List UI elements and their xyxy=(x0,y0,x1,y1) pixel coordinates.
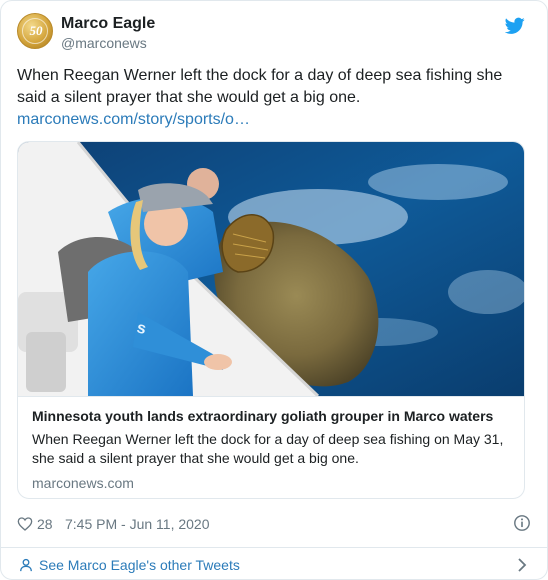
avatar-logo-text: 50 xyxy=(29,23,43,38)
account-name[interactable]: Marco Eagle xyxy=(61,15,155,33)
embedded-tweet: 50 Marco Eagle @marconews When Reegan We… xyxy=(0,0,548,580)
heart-icon[interactable] xyxy=(17,516,33,532)
card-body: Minnesota youth lands extraordinary goli… xyxy=(18,396,524,498)
info-icon[interactable] xyxy=(513,514,531,532)
card-description: When Reegan Werner left the dock for a d… xyxy=(32,431,504,466)
twitter-bird-icon[interactable] xyxy=(505,17,525,35)
card-image[interactable]: s xyxy=(18,142,525,396)
chevron-right-icon xyxy=(518,558,527,572)
like-count[interactable]: 28 xyxy=(37,516,53,532)
card-title[interactable]: Minnesota youth lands extraordinary goli… xyxy=(32,407,512,426)
account-handle[interactable]: @marconews xyxy=(61,35,147,51)
link-card[interactable]: s Minnesota youth lands extraordinary go… xyxy=(17,141,525,499)
tweet-text: When Reegan Werner left the dock for a d… xyxy=(17,67,503,106)
see-other-tweets-link[interactable]: See Marco Eagle's other Tweets xyxy=(39,557,240,573)
person-icon xyxy=(20,558,32,572)
card-domain: marconews.com xyxy=(32,475,134,491)
see-other-tweets-row[interactable]: See Marco Eagle's other Tweets xyxy=(1,547,547,579)
tweet-text-block: When Reegan Werner left the dock for a d… xyxy=(17,65,517,131)
tweet-meta: 28 7:45 PM - Jun 11, 2020 xyxy=(17,514,531,536)
tweet-header: 50 Marco Eagle @marconews xyxy=(17,13,531,57)
avatar[interactable]: 50 xyxy=(17,13,53,49)
tweet-timestamp[interactable]: 7:45 PM - Jun 11, 2020 xyxy=(65,516,210,532)
tweet-link[interactable]: marconews.com/story/sports/o… xyxy=(17,109,517,131)
